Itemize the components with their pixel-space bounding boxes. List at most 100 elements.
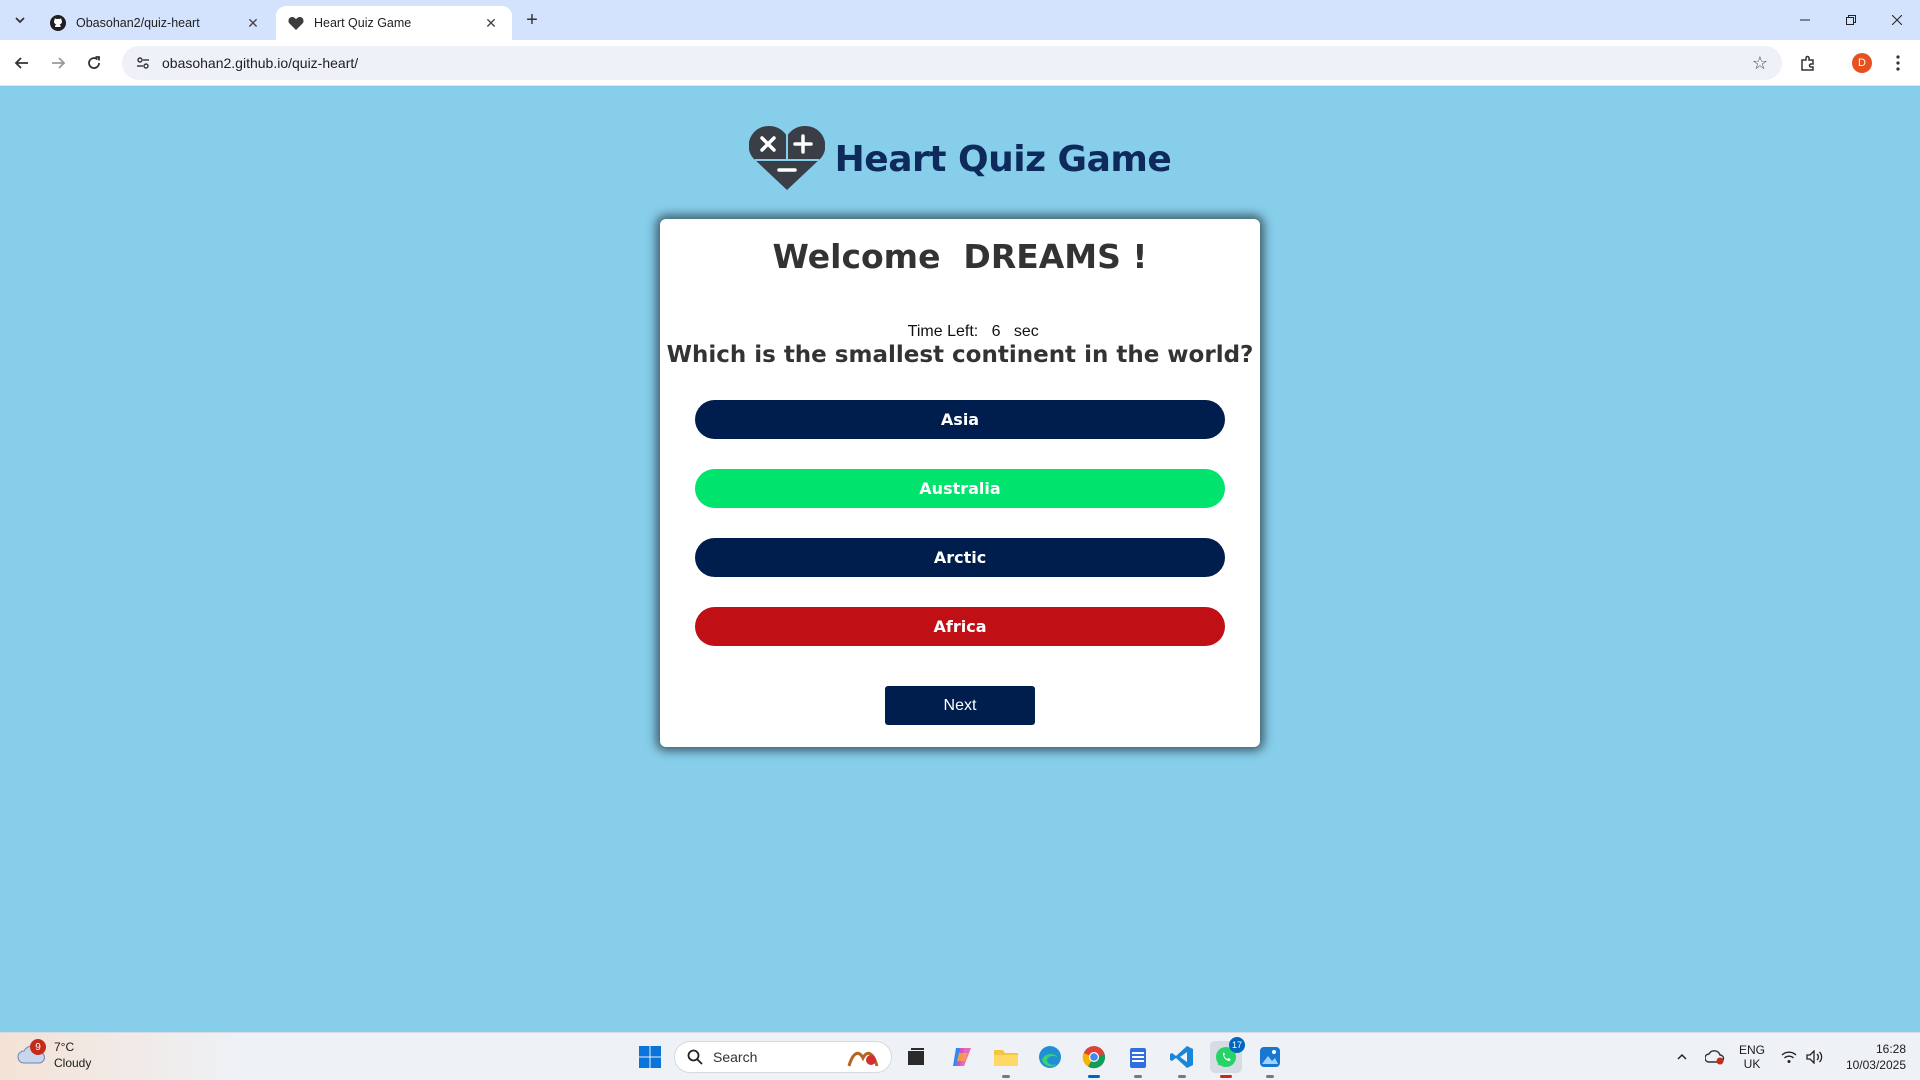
url-text: obasohan2.github.io/quiz-heart/	[162, 55, 359, 71]
task-view-icon	[908, 1048, 924, 1065]
running-indicator	[1134, 1075, 1142, 1078]
heart-calculator-icon	[748, 126, 825, 190]
close-window-button[interactable]	[1874, 0, 1920, 40]
arrow-right-icon	[52, 57, 66, 69]
answer-button-africa[interactable]: Africa	[695, 607, 1225, 646]
volume-tray-button[interactable]	[1802, 1033, 1828, 1080]
reload-icon	[88, 56, 100, 69]
answer-list: Asia Australia Arctic Africa	[695, 400, 1225, 676]
photos-button[interactable]	[1254, 1041, 1286, 1078]
file-explorer-button[interactable]	[990, 1041, 1022, 1078]
arrow-left-icon	[14, 57, 28, 69]
clock-date: 10/03/2025	[1845, 1058, 1906, 1072]
site-header: Heart Quiz Game	[0, 126, 1920, 192]
answer-button-asia[interactable]: Asia	[695, 400, 1225, 439]
notification-badge: 17	[1229, 1037, 1245, 1053]
chrome-button[interactable]	[1078, 1041, 1110, 1078]
github-icon	[50, 15, 66, 31]
notepad-icon	[1130, 1048, 1146, 1068]
profile-button[interactable]: D	[1848, 49, 1876, 77]
search-icon	[687, 1049, 703, 1065]
edge-icon	[1039, 1046, 1061, 1068]
chevron-down-icon	[15, 17, 25, 24]
vscode-button[interactable]	[1166, 1041, 1198, 1078]
copilot-icon	[953, 1048, 971, 1066]
reload-button[interactable]	[80, 49, 108, 77]
cloud-error-icon	[1705, 1050, 1725, 1065]
search-label: Search	[713, 1049, 758, 1065]
wifi-icon	[1781, 1051, 1797, 1063]
copilot-button[interactable]	[946, 1041, 978, 1073]
weather-widget[interactable]: 9 7°C Cloudy	[16, 1039, 91, 1071]
bookmark-star-icon[interactable]: ☆	[1750, 53, 1770, 73]
site-info-icon[interactable]	[126, 46, 160, 80]
onedrive-tray-button[interactable]	[1700, 1033, 1730, 1080]
answer-button-australia[interactable]: Australia	[695, 469, 1225, 508]
browser-toolbar: obasohan2.github.io/quiz-heart/ ☆ D	[0, 40, 1920, 86]
edge-button[interactable]	[1034, 1041, 1066, 1073]
back-button[interactable]	[8, 49, 36, 77]
puzzle-icon	[1801, 55, 1814, 71]
running-indicator	[1220, 1075, 1232, 1078]
language-indicator[interactable]: ENG UK	[1734, 1033, 1770, 1080]
timer-value: 6	[991, 323, 1001, 340]
chevron-up-icon	[1677, 1053, 1687, 1060]
weather-temp: 7°C	[54, 1040, 75, 1054]
tab-github[interactable]: Obasohan2/quiz-heart ✕	[38, 6, 274, 40]
new-tab-button[interactable]: +	[520, 8, 544, 32]
whatsapp-button[interactable]: 17	[1210, 1037, 1245, 1078]
avatar: D	[1852, 53, 1872, 73]
language-line1: ENG	[1738, 1043, 1765, 1057]
timer-label: Time Left:	[907, 323, 979, 340]
running-indicator	[1002, 1075, 1010, 1078]
close-icon	[1892, 15, 1902, 25]
heart-icon	[288, 15, 304, 31]
clock-time: 16:28	[1875, 1042, 1906, 1056]
tab-search-button[interactable]	[8, 8, 32, 32]
photos-icon	[1260, 1047, 1280, 1067]
running-indicator	[1178, 1075, 1186, 1078]
weather-badge: 9	[30, 1039, 46, 1055]
vscode-icon	[1170, 1046, 1193, 1068]
welcome-heading: Welcome DREAMS !	[772, 237, 1148, 276]
running-indicator	[1266, 1075, 1274, 1078]
quiz-card: Welcome DREAMS ! Time Left: 6 sec Which …	[660, 219, 1260, 747]
clock[interactable]: 16:28 10/03/2025	[1846, 1041, 1906, 1073]
answer-button-arctic[interactable]: Arctic	[695, 538, 1225, 577]
show-hidden-icons-button[interactable]	[1668, 1033, 1696, 1080]
taskbar-search[interactable]: Search	[674, 1041, 892, 1073]
taskbar: 9 7°C Cloudy Search 17 ENG UK 16:28 10/0…	[0, 1032, 1920, 1080]
browser-tab-strip: Obasohan2/quiz-heart ✕ Heart Quiz Game ✕…	[0, 0, 1920, 40]
restore-icon	[1846, 15, 1856, 25]
start-button[interactable]	[634, 1041, 666, 1073]
tab-title: Obasohan2/quiz-heart	[76, 16, 200, 30]
weather-condition: Cloudy	[54, 1056, 92, 1070]
task-view-button[interactable]	[900, 1041, 932, 1073]
tab-heart-quiz[interactable]: Heart Quiz Game ✕	[276, 6, 512, 40]
chrome-icon	[1082, 1046, 1106, 1069]
page-title: Heart Quiz Game	[834, 138, 1172, 180]
windows-logo-icon	[639, 1046, 661, 1068]
search-highlight-icon	[847, 1051, 879, 1067]
close-icon[interactable]: ✕	[244, 14, 262, 32]
next-button[interactable]: Next	[885, 686, 1035, 725]
wifi-tray-button[interactable]	[1776, 1033, 1802, 1080]
close-icon[interactable]: ✕	[482, 14, 500, 32]
language-line2: UK	[1743, 1057, 1761, 1071]
more-vert-icon	[1896, 55, 1900, 71]
cloud-icon: 9	[16, 1039, 46, 1067]
timer-unit: sec	[1013, 323, 1039, 340]
browser-menu-button[interactable]	[1884, 49, 1912, 77]
page-viewport: Heart Quiz Game Welcome DREAMS ! Time Le…	[0, 86, 1920, 1032]
speaker-icon	[1806, 1050, 1823, 1064]
folder-icon	[994, 1050, 1018, 1066]
running-indicator	[1088, 1075, 1100, 1078]
minimize-icon	[1800, 19, 1810, 21]
forward-button[interactable]	[44, 49, 72, 77]
minimize-button[interactable]	[1782, 0, 1828, 40]
notepad-button[interactable]	[1122, 1041, 1154, 1078]
restore-button[interactable]	[1828, 0, 1874, 40]
extensions-button[interactable]	[1794, 49, 1822, 77]
tab-title: Heart Quiz Game	[314, 16, 412, 30]
address-bar[interactable]: obasohan2.github.io/quiz-heart/ ☆	[122, 46, 1782, 80]
